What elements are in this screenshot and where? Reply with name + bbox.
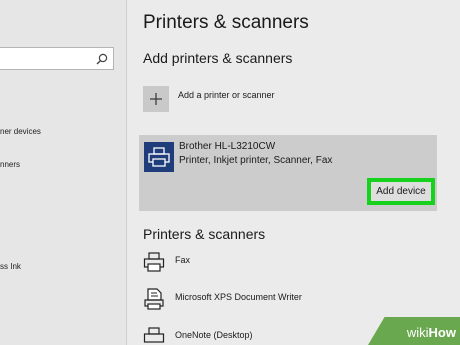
search-icon	[96, 53, 108, 65]
main-panel: Printers & scanners Add printers & scann…	[127, 0, 460, 345]
list-item-label: OneNote (Desktop)	[175, 330, 253, 340]
printer-icon	[143, 327, 165, 343]
list-item-label: Microsoft XPS Document Writer	[175, 292, 302, 302]
add-device-button[interactable]: Add device	[367, 178, 435, 205]
discovered-device-card[interactable]: Brother HL-L3210CW Printer, Inkjet print…	[139, 135, 437, 211]
sidebar-item-devices[interactable]: ner devices	[0, 127, 41, 136]
installed-section-heading: Printers & scanners	[143, 226, 266, 242]
sidebar-item-ink[interactable]: ss Ink	[0, 262, 21, 271]
add-printer-button[interactable]	[143, 86, 169, 112]
add-printer-label[interactable]: Add a printer or scanner	[178, 90, 275, 100]
fax-icon	[143, 252, 165, 272]
device-name: Brother HL-L3210CW	[179, 141, 276, 152]
printer-icon	[144, 142, 174, 172]
document-printer-icon	[144, 288, 164, 310]
page-title: Printers & scanners	[143, 12, 309, 33]
list-item-label: Fax	[175, 255, 191, 265]
plus-icon	[150, 93, 162, 105]
watermark-text: wikiHow	[406, 325, 456, 340]
add-section-heading: Add printers & scanners	[143, 50, 293, 66]
search-input[interactable]	[0, 47, 114, 70]
sidebar-item-printers[interactable]: nners	[0, 160, 20, 169]
sidebar: ner devices nners ss Ink	[0, 0, 126, 345]
device-description: Printer, Inkjet printer, Scanner, Fax	[179, 155, 333, 166]
